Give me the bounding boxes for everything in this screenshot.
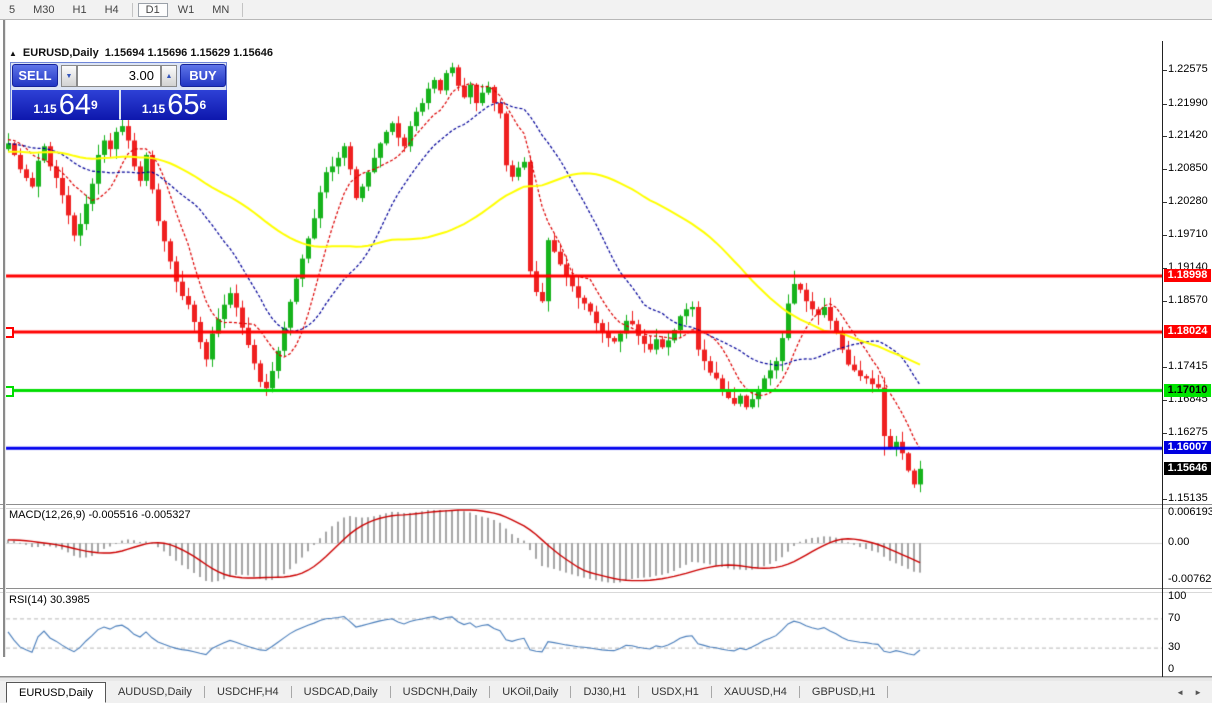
price-axis-tick — [1163, 300, 1167, 302]
buy-price-pips: 65 — [167, 89, 200, 121]
price-axis-tick-label: 1.17415 — [1168, 360, 1208, 373]
timeframe-toolbar: 5 M30 H1 H4 D1 W1 MN — [0, 0, 1212, 20]
timeframe-button-mn[interactable]: MN — [204, 3, 237, 17]
timeframe-button-5[interactable]: 5 — [1, 3, 23, 17]
rsi-name: RSI(14) — [9, 594, 47, 606]
window-left-border — [3, 20, 6, 657]
timeframe-button-h4[interactable]: H4 — [97, 3, 127, 17]
macd-axis-tick-label: 0.006193 — [1168, 506, 1212, 518]
tab-scroll-left-icon[interactable]: ◄ — [1176, 688, 1184, 697]
chart-tab-ukoil-daily[interactable]: UKOil,Daily — [490, 681, 570, 703]
rsi-axis-tick-label: 100 — [1168, 590, 1187, 602]
price-axis-tick — [1163, 234, 1167, 236]
price-axis-tick-label: 1.21420 — [1168, 129, 1208, 142]
macd-label: MACD(12,26,9) -0.005516 -0.005327 — [9, 509, 191, 521]
buy-button[interactable]: BUY — [180, 64, 226, 87]
rsi-axis-tick-label: 70 — [1168, 611, 1181, 624]
price-axis-tick-label: 1.19710 — [1168, 227, 1208, 240]
price-axis-tick-label: 1.16275 — [1168, 425, 1208, 438]
chart-tab-usdcad-daily[interactable]: USDCAD,Daily — [292, 681, 390, 703]
volume-increase-button[interactable]: ▲ — [161, 65, 177, 87]
chart-tab-xauusd-h4[interactable]: XAUUSD,H4 — [712, 681, 799, 703]
chart-tab-dj30-h1[interactable]: DJ30,H1 — [571, 681, 638, 703]
timeframe-button-h1[interactable]: H1 — [65, 3, 95, 17]
hline-price-badge[interactable]: 1.18024 — [1164, 325, 1211, 339]
volume-input[interactable]: 3.00 — [77, 65, 161, 87]
tab-scroll-controls: ◄ ► — [1176, 681, 1212, 703]
rsi-label: RSI(14) 30.3985 — [9, 594, 90, 606]
mt4-application-window: 5 M30 H1 H4 D1 W1 MN ▲ EURUSD,Daily 1.15694 1.… — [0, 0, 1212, 703]
symbol-label: EURUSD,Daily — [22, 47, 99, 59]
price-axis-tick-label: 1.22575 — [1168, 62, 1208, 75]
price-axis-tick-label: 1.20280 — [1168, 195, 1208, 208]
tab-separator — [887, 686, 889, 698]
chart-tab-bar: EURUSD,Daily AUDUSD,Daily USDCHF,H4 USDCAD,… — [0, 681, 1212, 703]
rsi-indicator-canvas[interactable] — [0, 591, 1162, 676]
price-axis-tick — [1163, 498, 1167, 500]
rsi-axis-tick-label: 30 — [1168, 641, 1181, 654]
chart-tab-usdcnh-daily[interactable]: USDCNH,Daily — [391, 681, 490, 703]
price-axis-tick — [1163, 103, 1167, 105]
hline-price-badge[interactable]: 1.16007 — [1164, 441, 1211, 455]
buy-price-point: 6 — [199, 98, 207, 112]
timeframe-button-w1[interactable]: W1 — [170, 3, 203, 17]
timeframe-button-d1[interactable]: D1 — [137, 2, 168, 17]
macd-name: MACD(12,26,9) — [9, 509, 86, 521]
price-axis-tick — [1163, 367, 1167, 369]
sell-button[interactable]: SELL — [12, 64, 58, 87]
chart-tab-usdx-h1[interactable]: USDX,H1 — [639, 681, 711, 703]
toolbar-separator — [242, 2, 244, 17]
chevron-down-icon: ▼ — [65, 72, 73, 80]
chart-window: ▲ EURUSD,Daily 1.15694 1.15696 1.15629 1… — [0, 20, 1212, 697]
macd-values: -0.005516 -0.005327 — [88, 509, 191, 521]
macd-axis-tick-label: -0.007621 — [1168, 572, 1212, 585]
sell-price-pips: 64 — [58, 89, 91, 121]
last-price-badge: 1.15646 — [1164, 462, 1211, 476]
price-axis-tick-label: 1.15135 — [1168, 491, 1208, 504]
tab-scroll-right-icon[interactable]: ► — [1194, 688, 1202, 697]
price-axis-tick — [1163, 400, 1167, 402]
chart-tab-eurusd-daily[interactable]: EURUSD,Daily — [6, 682, 106, 703]
hline-price-badge[interactable]: 1.17010 — [1164, 383, 1211, 397]
chart-tab-audusd-daily[interactable]: AUDUSD,Daily — [106, 681, 204, 703]
rsi-pane-divider[interactable] — [0, 588, 1212, 593]
ohlc-values: 1.15694 1.15696 1.15629 1.15646 — [104, 47, 273, 59]
macd-axis-tick-label: 0.00 — [1168, 536, 1190, 548]
price-axis-tick — [1163, 69, 1167, 71]
rsi-axis-tick-label: 0 — [1168, 663, 1175, 675]
volume-decrease-button[interactable]: ▼ — [61, 65, 77, 87]
trade-panel-toggle-icon[interactable]: ▲ — [9, 49, 17, 58]
buy-price-figure: 1.15 — [141, 102, 166, 116]
sell-price-point: 9 — [90, 98, 98, 112]
price-axis-tick-label: 1.20850 — [1168, 162, 1208, 175]
sell-price-figure: 1.15 — [33, 102, 57, 116]
price-axis-tick-label: 1.18570 — [1168, 293, 1208, 306]
trade-panel-top-row: SELL ▼ 3.00 ▲ BUY — [11, 63, 226, 89]
buy-price-display[interactable]: 1.15 65 6 — [121, 90, 227, 120]
timeframe-button-m30[interactable]: M30 — [25, 3, 62, 17]
hline-price-badge[interactable]: 1.18998 — [1164, 269, 1211, 282]
price-axis-tick — [1163, 202, 1167, 204]
price-axis-tick-label: 1.21990 — [1168, 96, 1208, 109]
chart-tab-gbpusd-h1[interactable]: GBPUSD,H1 — [800, 681, 888, 703]
price-axis-tick — [1163, 432, 1167, 434]
one-click-trading-panel: SELL ▼ 3.00 ▲ BUY 1.15 64 9 1.15 65 6 — [10, 62, 227, 120]
rsi-value: 30.3985 — [49, 594, 90, 606]
chevron-up-icon: ▲ — [165, 72, 173, 80]
chart-symbol-header: ▲ EURUSD,Daily 1.15694 1.15696 1.15629 1… — [9, 47, 273, 59]
toolbar-separator — [131, 2, 133, 17]
price-axis-tick — [1163, 136, 1167, 138]
sell-price-display[interactable]: 1.15 64 9 — [12, 90, 119, 120]
price-axis-tick — [1163, 169, 1167, 171]
chart-tab-usdchf-h4[interactable]: USDCHF,H4 — [205, 681, 291, 703]
